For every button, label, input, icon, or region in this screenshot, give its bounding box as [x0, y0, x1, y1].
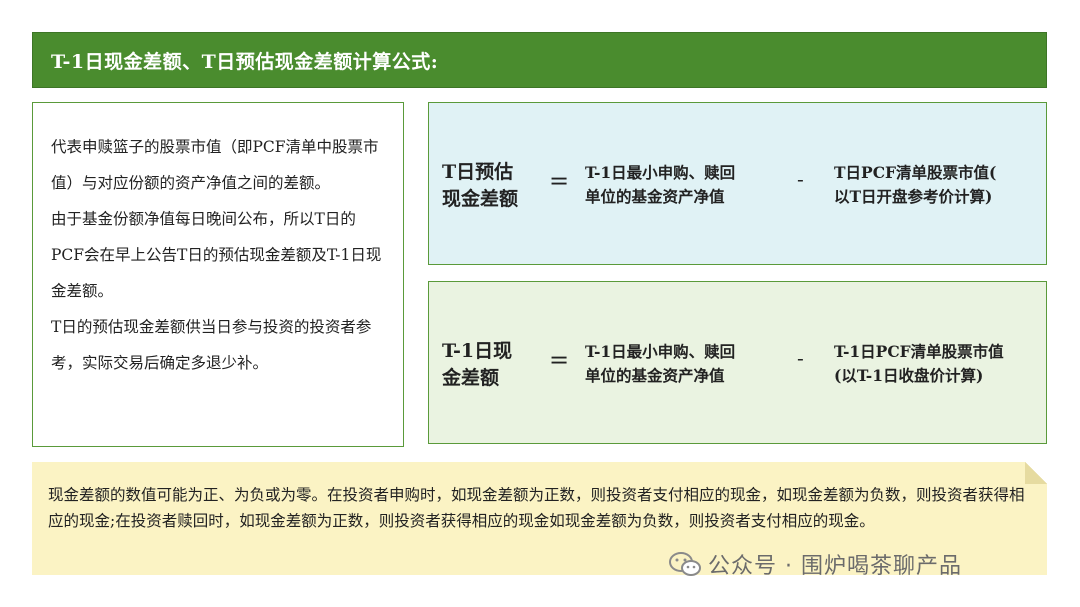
watermark: 公众号 · 围炉喝茶聊产品	[668, 548, 962, 580]
formula-term-nav: T-1日最小申购、赎回 单位的基金资产净值	[585, 340, 785, 388]
formula-term1-line2: 单位的基金资产净值	[585, 366, 725, 385]
formula-term-pcf: T-1日PCF清单股票市值 (以T-1日收盘价计算)	[834, 340, 1039, 388]
minus-sign: -	[797, 167, 804, 191]
formula-lhs: T日预估 现金差额	[442, 159, 537, 213]
formula-box-t-minus-1: T-1日现 金差额 = T-1日最小申购、赎回 单位的基金资产净值 - T-1日…	[428, 281, 1047, 444]
page-fold-corner	[1025, 462, 1047, 484]
explanation-paragraph-3: T日的预估现金差额供当日参与投资的投资者参考，实际交易后确定多退少补。	[51, 318, 372, 372]
wechat-icon	[669, 552, 701, 576]
equals-sign: =	[549, 167, 570, 195]
equals-sign: =	[549, 346, 570, 374]
explanation-paragraph-1: 代表申赎篮子的股票市值（即PCF清单中股票市值）与对应份额的资产净值之间的差额。	[51, 138, 379, 192]
watermark-text: 公众号 · 围炉喝茶聊产品	[708, 554, 962, 579]
formula-lhs: T-1日现 金差额	[442, 338, 537, 392]
formula-lhs-line1: T-1日现	[442, 340, 513, 362]
explanation-paragraph-2: 由于基金份额净值每日晚间公布，所以T日的PCF会在早上公告T日的预估现金差额及T…	[51, 210, 382, 300]
formula-lhs-line2: 金差额	[442, 367, 500, 389]
formula-term1-line2: 单位的基金资产净值	[585, 187, 725, 206]
formula-term-nav: T-1日最小申购、赎回 单位的基金资产净值	[585, 161, 785, 209]
explanation-box: 代表申赎篮子的股票市值（即PCF清单中股票市值）与对应份额的资产净值之间的差额。…	[32, 102, 404, 447]
formula-lhs-line2: 现金差额	[442, 188, 519, 210]
formula-term2-line1: T-1日PCF清单股票市值	[834, 342, 1004, 361]
formula-term-pcf: T日PCF清单股票市值( 以T日开盘参考价计算)	[834, 161, 1039, 209]
note-text: 现金差额的数值可能为正、为负或为零。在投资者申购时，如现金差额为正数，则投资者支…	[48, 486, 1025, 530]
page-title: T-1日现金差额、T日预估现金差额计算公式:	[51, 50, 439, 73]
formula-term2-line2: 以T日开盘参考价计算)	[834, 187, 993, 206]
formula-term1-line1: T-1日最小申购、赎回	[585, 163, 736, 182]
title-banner: T-1日现金差额、T日预估现金差额计算公式:	[32, 32, 1047, 88]
formula-lhs-line1: T日预估	[442, 161, 514, 183]
formula-term2-line1: T日PCF清单股票市值(	[834, 163, 997, 182]
formula-box-t-day: T日预估 现金差额 = T-1日最小申购、赎回 单位的基金资产净值 - T日PC…	[428, 102, 1047, 265]
formula-term1-line1: T-1日最小申购、赎回	[585, 342, 736, 361]
formula-term2-line2: (以T-1日收盘价计算)	[834, 366, 984, 385]
minus-sign: -	[797, 346, 804, 370]
